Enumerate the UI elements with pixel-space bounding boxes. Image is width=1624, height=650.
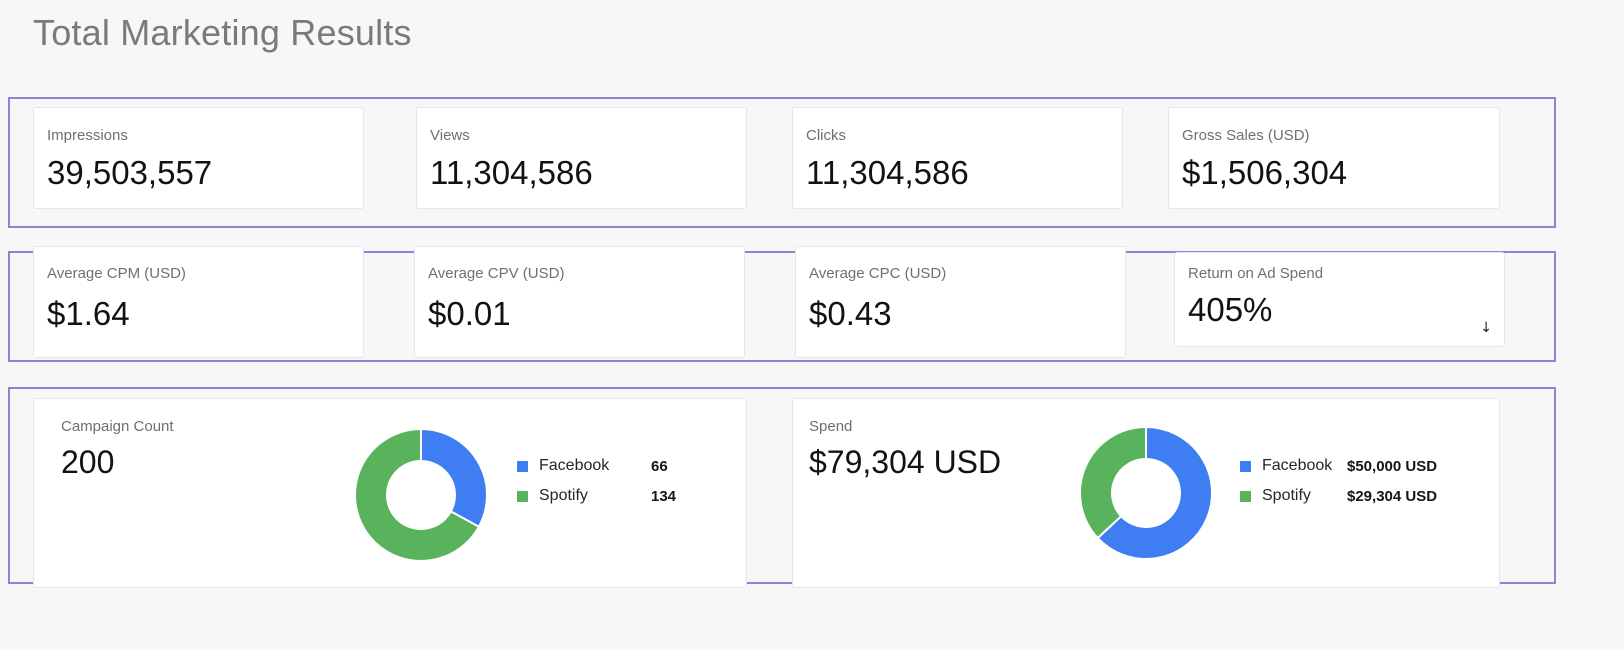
- avg-cpv-label: Average CPV (USD): [428, 265, 565, 282]
- clicks-label: Clicks: [806, 127, 846, 144]
- avg-cpm-value: $1.64: [47, 295, 130, 332]
- legend-item-facebook: Facebook: [517, 457, 609, 475]
- gross-sales-value: $1,506,304: [1182, 154, 1348, 191]
- impressions-card[interactable]: Impressions 39,503,557: [33, 107, 364, 209]
- legend-item-spotify: Spotify: [517, 487, 588, 505]
- views-value: 11,304,586: [430, 154, 593, 191]
- legend-label: Spotify: [1262, 487, 1311, 504]
- avg-cpv-value: $0.01: [428, 295, 511, 332]
- arrow-down-icon[interactable]: ↓: [1480, 320, 1492, 336]
- spotify-swatch: [1240, 490, 1251, 502]
- impressions-label: Impressions: [47, 127, 128, 144]
- views-label: Views: [430, 127, 470, 144]
- spend-label: Spend: [809, 418, 853, 435]
- campaign-count-card: Campaign Count 200 Facebook 66 Spotify 1…: [33, 398, 747, 588]
- roas-label: Return on Ad Spend: [1188, 265, 1324, 282]
- avg-cpc-label: Average CPC (USD): [809, 265, 947, 282]
- campaign-count-legend: Facebook 66 Spotify 134: [517, 457, 727, 517]
- avg-cpm-label: Average CPM (USD): [47, 265, 186, 282]
- legend-value: $29,304 USD: [1347, 488, 1438, 505]
- avg-cpc-card[interactable]: Average CPC (USD) $0.43: [795, 246, 1126, 358]
- campaign-count-value: 200: [61, 444, 115, 480]
- legend-label: Facebook: [539, 457, 610, 474]
- page-title: Total Marketing Results: [33, 12, 412, 53]
- avg-cpm-card[interactable]: Average CPM (USD) $1.64: [33, 246, 364, 358]
- spotify-swatch: [517, 490, 528, 502]
- spend-legend: Facebook $50,000 USD Spotify $29,304 USD: [1240, 457, 1490, 517]
- legend-item-spotify: Spotify: [1240, 487, 1311, 505]
- legend-label: Facebook: [1262, 457, 1333, 474]
- donut-slice-spotify[interactable]: [1079, 425, 1147, 540]
- gross-sales-card[interactable]: Gross Sales (USD) $1,506,304: [1168, 107, 1500, 209]
- views-card[interactable]: Views 11,304,586: [416, 107, 747, 209]
- spend-donut: [1079, 425, 1213, 560]
- facebook-swatch: [517, 460, 528, 472]
- legend-value: 134: [651, 488, 677, 505]
- roas-card[interactable]: Return on Ad Spend 405% ↓: [1174, 252, 1505, 347]
- spend-card: Spend $79,304 USD Facebook $50,000 USD S…: [792, 398, 1500, 588]
- clicks-value: 11,304,586: [806, 154, 969, 191]
- legend-item-facebook: Facebook: [1240, 457, 1332, 475]
- avg-cpv-card[interactable]: Average CPV (USD) $0.01: [414, 246, 745, 358]
- avg-cpc-value: $0.43: [809, 295, 892, 332]
- gross-sales-label: Gross Sales (USD): [1182, 127, 1310, 144]
- facebook-swatch: [1240, 460, 1251, 472]
- campaign-count-donut: [354, 427, 488, 562]
- legend-value: 66: [651, 458, 668, 475]
- legend-label: Spotify: [539, 487, 588, 504]
- clicks-card[interactable]: Clicks 11,304,586: [792, 107, 1123, 209]
- campaign-count-label: Campaign Count: [61, 418, 174, 435]
- impressions-value: 39,503,557: [47, 154, 213, 191]
- spend-value: $79,304 USD: [809, 444, 1002, 480]
- legend-value: $50,000 USD: [1347, 458, 1438, 475]
- roas-value: 405%: [1188, 291, 1273, 328]
